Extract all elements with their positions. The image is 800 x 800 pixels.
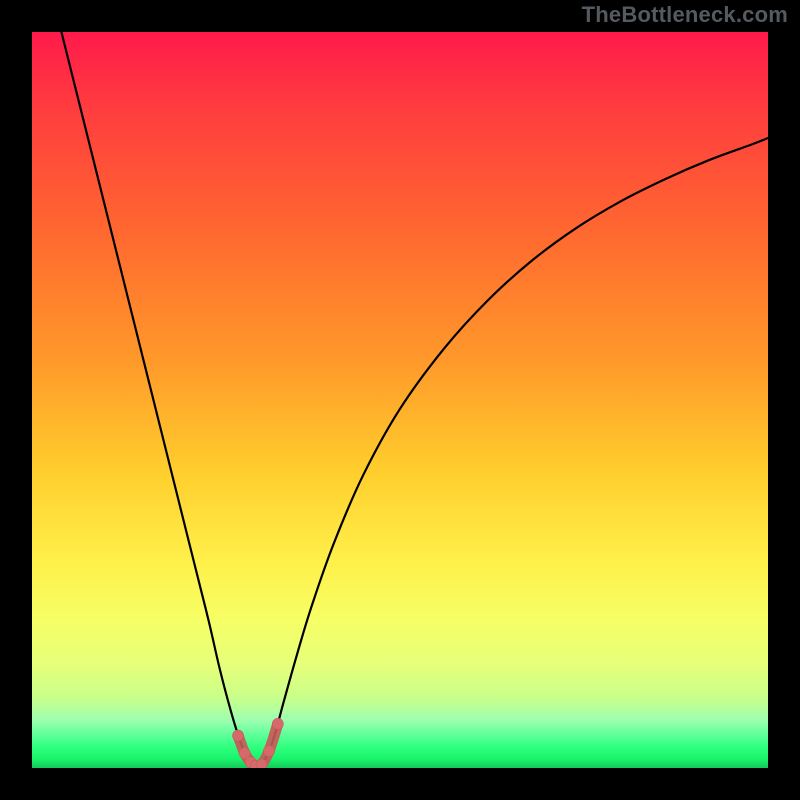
plot-area [32, 32, 768, 768]
chart-svg [32, 32, 768, 768]
watermark-text: TheBottleneck.com [582, 2, 788, 28]
trough-marker [263, 746, 274, 757]
chart-stage: TheBottleneck.com [0, 0, 800, 800]
trough-marker [272, 718, 283, 729]
trough-marker [233, 730, 244, 741]
trough-marker [256, 759, 267, 768]
gradient-background [32, 32, 768, 768]
